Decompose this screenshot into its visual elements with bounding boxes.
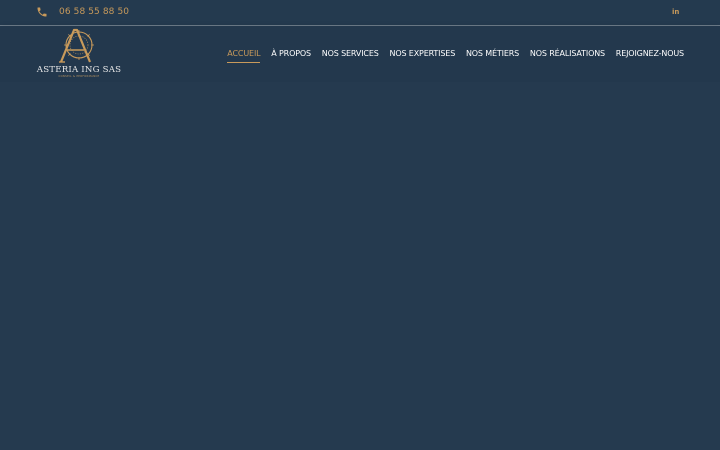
nav-item-nos-services[interactable]: NOS SERVICES [322,48,379,59]
nav-item-nos-metiers[interactable]: NOS MÉTIERS [466,48,519,59]
nav-item-rejoignez-nous[interactable]: REJOIGNEZ-NOUS [616,48,684,59]
nav-item-accueil[interactable]: ACCUEIL [227,48,261,63]
logo-tagline: CONSEIL & PERFORMANCE [58,75,100,78]
site-logo[interactable]: ASTERIA ING SAS CONSEIL & PERFORMANCE [36,28,122,80]
site-header: ASTERIA ING SAS CONSEIL & PERFORMANCE AC… [0,26,720,82]
main-nav: ACCUEIL À PROPOS NOS SERVICES NOS EXPERT… [227,48,684,63]
nav-item-nos-expertises[interactable]: NOS EXPERTISES [389,48,455,59]
linkedin-icon[interactable]: in [672,7,679,18]
top-bar: 06 58 55 88 50 in [0,0,720,25]
logo-name: ASTERIA ING SAS [36,65,122,75]
phone-number-link[interactable]: 06 58 55 88 50 [59,6,129,18]
nav-item-nos-realisations[interactable]: NOS RÉALISATIONS [530,48,605,59]
phone-icon[interactable] [36,6,48,18]
page: 06 58 55 88 50 in ASTERIA ING SAS CONSEI… [0,0,720,450]
nav-item-a-propos[interactable]: À PROPOS [271,48,311,59]
main-content [0,82,720,450]
logo-emblem-icon [59,28,94,63]
